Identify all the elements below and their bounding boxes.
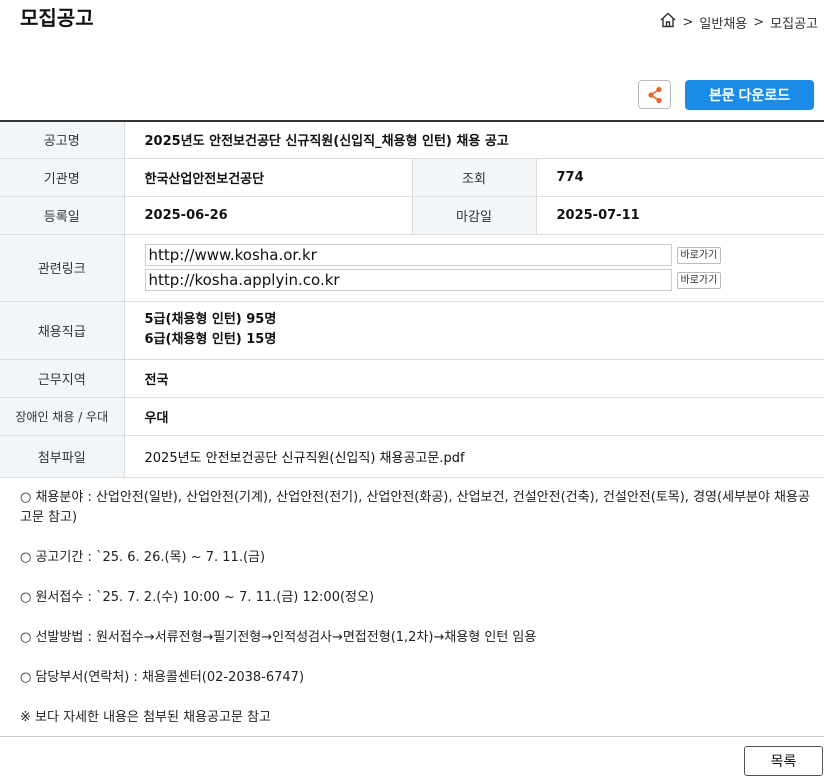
attachment-label: 첨부파일 [0,435,125,478]
share-button[interactable] [638,80,671,109]
notice-info-table: 공고명 2025년도 안전보건공단 신규직원(신입직_채용형 인턴) 채용 공고… [0,120,824,478]
deadline-label: 마감일 [411,196,537,235]
attachment-link[interactable]: 2025년도 안전보건공단 신규직원(신입직) 채용공고문.pdf [124,435,824,478]
disability-label: 장애인 채용 / 우대 [0,397,125,436]
notice-body: ○ 채용분야 : 산업안전(일반), 산업안전(기계), 산업안전(전기), 산… [20,488,810,748]
link-field-2[interactable] [144,269,672,291]
body-line-application: ○ 원서접수 : `25. 7. 2.(수) 10:00 ~ 7. 11.(금)… [20,590,375,605]
region-label: 근무지역 [0,359,125,398]
body-line-field: ○ 채용분야 : 산업안전(일반), 산업안전(기계), 산업안전(전기), 산… [20,490,810,525]
share-icon [647,86,662,103]
table-row: 채용직급 5급(채용형 인턴) 95명 6급(채용형 인턴) 15명 [0,301,824,360]
breadcrumb: > 일반채용 > 모집공고 [659,12,824,32]
title-value: 2025년도 안전보건공단 신규직원(신입직_채용형 인턴) 채용 공고 [124,121,824,159]
views-label: 조회 [411,158,537,197]
table-row: 등록일 2025-06-26 마감일 2025-07-11 [0,196,824,235]
links-label: 관련링크 [0,234,125,302]
go-link-button-1[interactable]: 바로가기 [676,246,722,264]
divider [0,736,824,737]
title-label: 공고명 [0,121,125,159]
region-value: 전국 [124,359,824,398]
org-label: 기관명 [0,158,125,197]
grade-label: 채용직급 [0,301,125,360]
table-row: 관련링크 바로가기 바로가기 [0,234,824,302]
home-icon[interactable] [659,12,683,32]
body-line-contact: ○ 담당부서(연락처) : 채용콜센터(02-2038-6747) [20,670,305,685]
disability-value: 우대 [124,397,824,436]
grade-line-2: 6급(채용형 인턴) 15명 [144,332,277,347]
body-line-note: ※ 보다 자세한 내용은 첨부된 채용공고문 참고 [20,710,271,725]
table-row: 장애인 채용 / 우대 우대 [0,397,824,436]
grade-value: 5급(채용형 인턴) 95명 6급(채용형 인턴) 15명 [124,301,824,360]
reg-date-value: 2025-06-26 [124,196,412,235]
page-title: 모집공고 [20,6,94,30]
views-value: 774 [536,158,824,197]
download-button[interactable]: 본문 다운로드 [685,80,814,110]
deadline-value: 2025-07-11 [536,196,824,235]
breadcrumb-item-current: 모집공고 [770,16,818,32]
breadcrumb-separator: > [753,14,765,30]
table-row: 공고명 2025년도 안전보건공단 신규직원(신입직_채용형 인턴) 채용 공고 [0,121,824,159]
go-link-button-2[interactable]: 바로가기 [676,271,722,289]
org-value: 한국산업안전보건공단 [124,158,412,197]
list-button[interactable]: 목록 [744,746,823,776]
breadcrumb-item-general[interactable]: 일반채용 [699,13,747,32]
link-row: 바로가기 [144,243,824,268]
table-row: 첨부파일 2025년도 안전보건공단 신규직원(신입직) 채용공고문.pdf [0,435,824,478]
reg-date-label: 등록일 [0,196,125,235]
grade-line-1: 5급(채용형 인턴) 95명 [144,312,277,327]
body-line-period: ○ 공고기간 : `25. 6. 26.(목) ~ 7. 11.(금) [20,550,266,565]
table-row: 근무지역 전국 [0,359,824,398]
links-cell: 바로가기 바로가기 [124,234,824,302]
link-field-1[interactable] [144,244,672,266]
breadcrumb-separator: > [682,14,694,30]
table-row: 기관명 한국산업안전보건공단 조회 774 [0,158,824,197]
link-row: 바로가기 [144,268,824,293]
body-line-process: ○ 선발방법 : 원서접수→서류전형→필기전형→인적성검사→면접전형(1,2차)… [20,630,537,645]
